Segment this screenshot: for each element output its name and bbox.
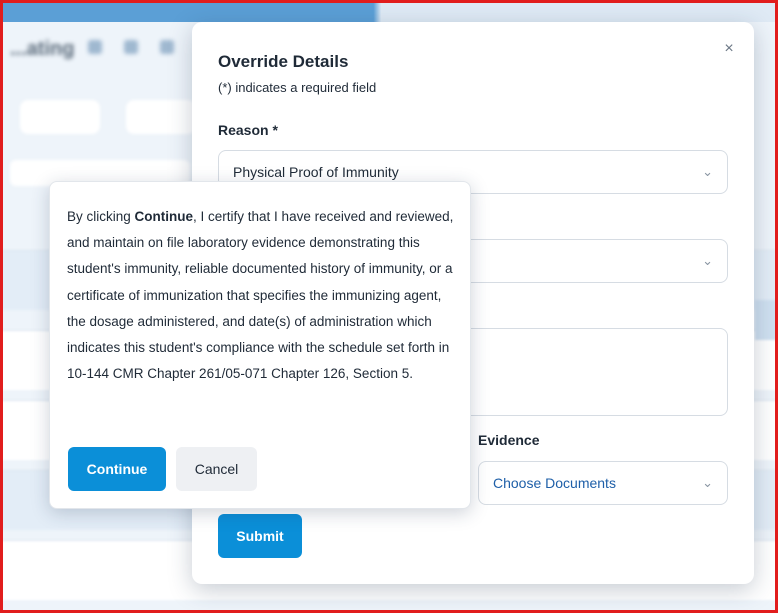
evidence-select-placeholder: Choose Documents bbox=[493, 475, 616, 491]
certification-text-suffix: , I certify that I have received and rev… bbox=[67, 209, 454, 382]
certification-text: By clicking Continue, I certify that I h… bbox=[67, 204, 459, 387]
submit-button[interactable]: Submit bbox=[218, 514, 302, 558]
certification-text-prefix: By clicking bbox=[67, 209, 135, 224]
modal-title: Override Details bbox=[218, 52, 349, 71]
background-pill bbox=[126, 100, 196, 134]
background-side-element bbox=[755, 300, 778, 340]
close-icon[interactable]: × bbox=[718, 38, 740, 60]
background-toolbar-icons bbox=[88, 40, 174, 54]
evidence-label: Evidence bbox=[478, 432, 540, 448]
background-page-title: ...ating bbox=[10, 38, 75, 60]
certification-text-bold: Continue bbox=[134, 209, 194, 224]
reason-label: Reason * bbox=[218, 122, 278, 138]
chevron-down-icon: ⌄ bbox=[702, 253, 713, 268]
continue-button[interactable]: Continue bbox=[68, 447, 166, 491]
evidence-select[interactable]: Choose Documents ⌄ bbox=[478, 461, 728, 505]
background-topbar bbox=[0, 0, 778, 22]
chevron-down-icon: ⌄ bbox=[702, 164, 713, 179]
cancel-button[interactable]: Cancel bbox=[176, 447, 257, 491]
certification-popover: By clicking Continue, I certify that I h… bbox=[49, 181, 471, 509]
background-pill bbox=[20, 100, 100, 134]
reason-select-value: Physical Proof of Immunity bbox=[233, 164, 399, 180]
chevron-down-icon: ⌄ bbox=[702, 475, 713, 490]
required-field-note: (*) indicates a required field bbox=[218, 80, 377, 95]
